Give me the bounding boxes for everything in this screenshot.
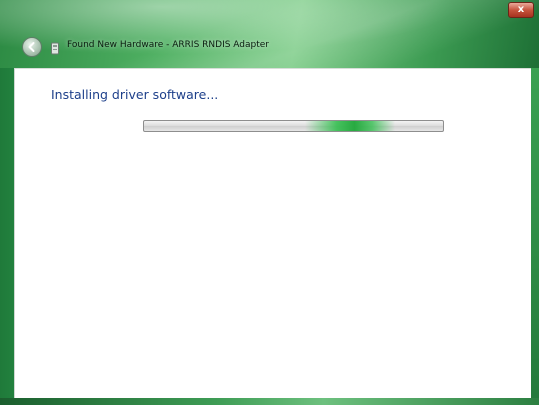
wizard-window: Found New Hardware - ARRIS RNDIS Adapter… bbox=[0, 0, 539, 405]
window-frame-bottom bbox=[0, 398, 539, 405]
hardware-device-icon bbox=[50, 40, 60, 55]
window-frame-right bbox=[531, 68, 539, 398]
window-title: Found New Hardware - ARRIS RNDIS Adapter bbox=[67, 40, 269, 50]
close-button[interactable]: x bbox=[508, 2, 534, 18]
back-arrow-icon bbox=[26, 41, 38, 53]
progress-marquee-indicator bbox=[305, 121, 395, 131]
back-button[interactable] bbox=[22, 37, 42, 57]
status-heading: Installing driver software... bbox=[51, 87, 219, 102]
title-bar: Found New Hardware - ARRIS RNDIS Adapter… bbox=[0, 0, 539, 68]
install-progress-bar bbox=[143, 120, 444, 132]
wizard-content: Installing driver software... bbox=[14, 68, 531, 398]
